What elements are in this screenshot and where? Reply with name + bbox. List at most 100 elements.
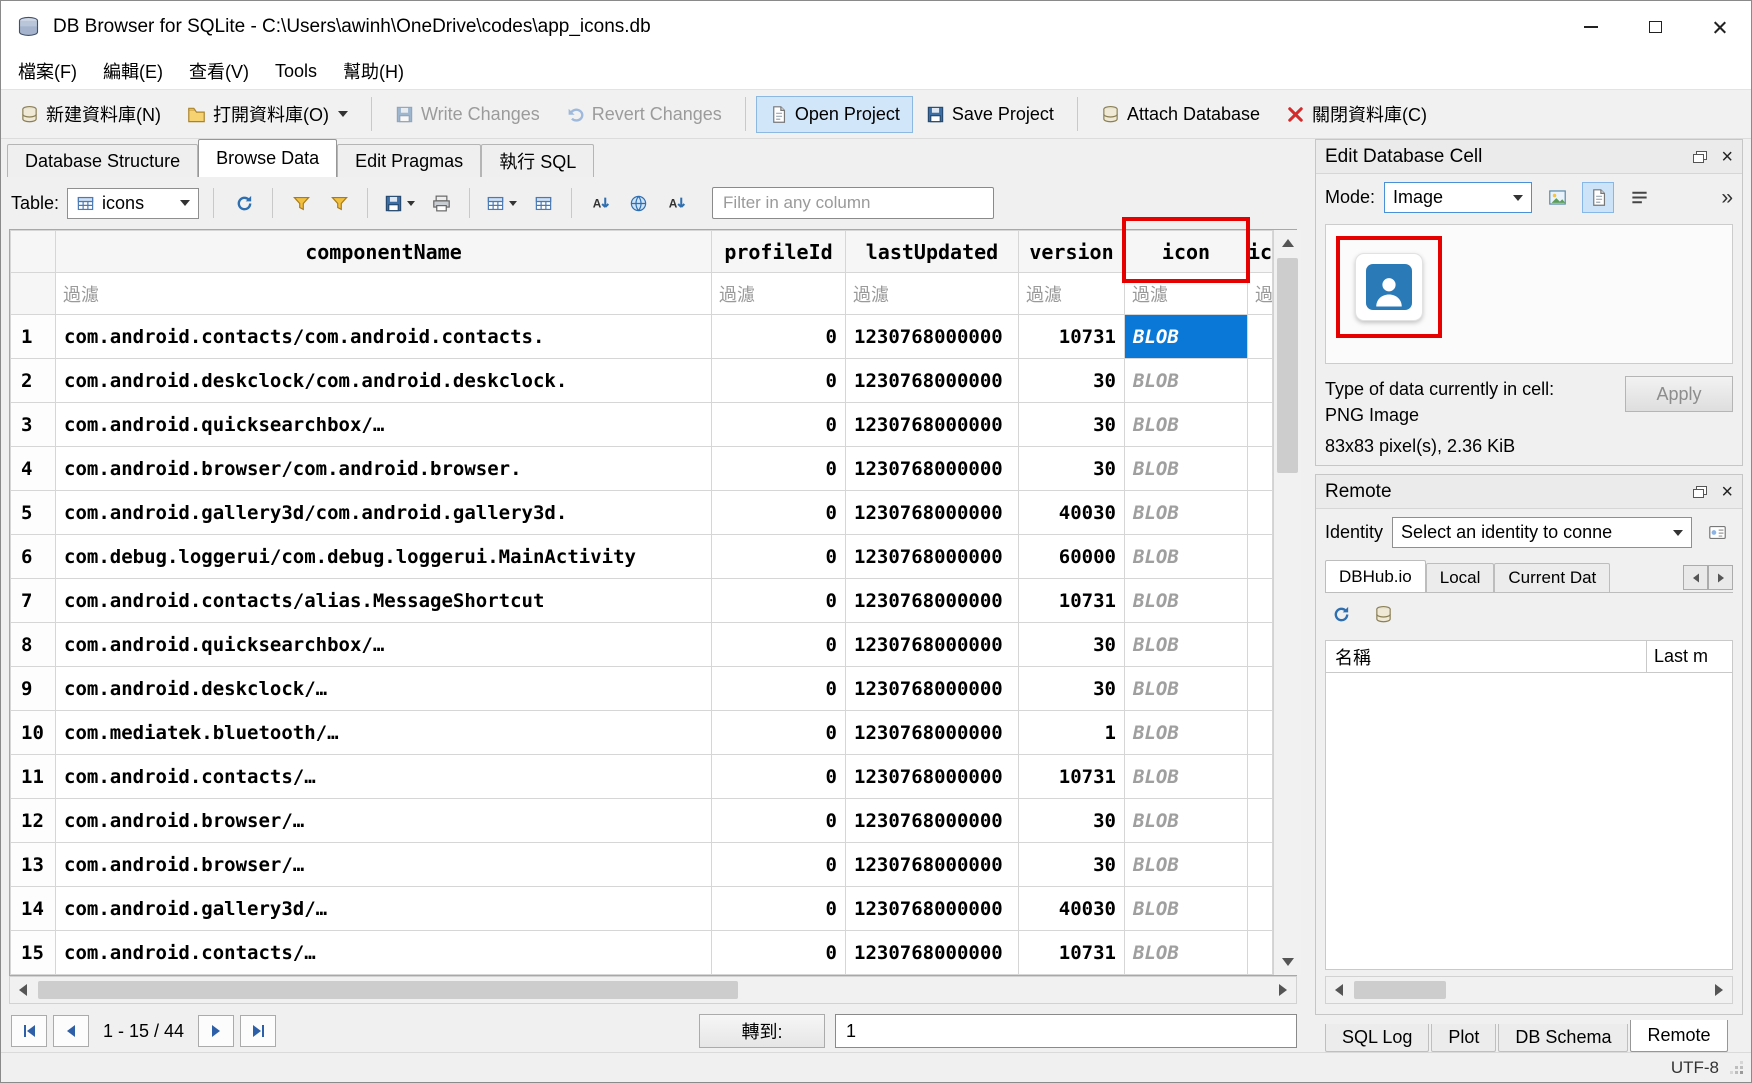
- open-project-button[interactable]: Open Project: [756, 96, 913, 133]
- filter-input-componentName[interactable]: 過濾: [56, 273, 712, 315]
- identity-cert-button[interactable]: [1701, 517, 1733, 548]
- close-database-button[interactable]: 關閉資料庫(C): [1273, 93, 1440, 135]
- tab-scroll-right-button[interactable]: [1708, 565, 1733, 590]
- tab-scroll-left-button[interactable]: [1683, 565, 1708, 590]
- close-panel-icon[interactable]: ×: [1721, 147, 1733, 167]
- scroll-left-button[interactable]: [10, 977, 36, 1003]
- cell-version[interactable]: 30: [1019, 403, 1125, 447]
- row-number[interactable]: 3: [11, 403, 56, 447]
- cell-ic[interactable]: [1248, 667, 1273, 711]
- save-project-button[interactable]: Save Project: [913, 96, 1067, 133]
- row-number[interactable]: 2: [11, 359, 56, 403]
- row-number[interactable]: 8: [11, 623, 56, 667]
- menu-file[interactable]: 檔案(F): [5, 53, 90, 89]
- insert-record-button[interactable]: [482, 188, 521, 219]
- column-header-name[interactable]: 名稱: [1335, 644, 1371, 670]
- cell-version[interactable]: 1: [1019, 711, 1125, 755]
- cell-icon[interactable]: BLOB: [1125, 623, 1248, 667]
- row-number[interactable]: 6: [11, 535, 56, 579]
- cell-ic[interactable]: [1248, 623, 1273, 667]
- cell-profileId[interactable]: 0: [712, 931, 846, 975]
- cell-componentName[interactable]: com.android.contacts/…: [56, 755, 712, 799]
- goto-input[interactable]: [835, 1014, 1297, 1048]
- scroll-down-button[interactable]: [1274, 949, 1301, 975]
- scrollbar-track[interactable]: [1352, 977, 1706, 1003]
- cell-componentName[interactable]: com.android.contacts/alias.MessageShortc…: [56, 579, 712, 623]
- cell-ic[interactable]: [1248, 579, 1273, 623]
- previous-record-button[interactable]: [53, 1015, 89, 1047]
- save-results-button[interactable]: [380, 188, 419, 219]
- word-wrap-button[interactable]: [1623, 182, 1655, 213]
- row-number[interactable]: 11: [11, 755, 56, 799]
- cell-ic[interactable]: [1248, 447, 1273, 491]
- attach-database-button[interactable]: Attach Database: [1088, 96, 1273, 133]
- revert-changes-button[interactable]: Revert Changes: [553, 96, 735, 133]
- cell-icon[interactable]: BLOB: [1125, 403, 1248, 447]
- scroll-up-button[interactable]: [1274, 230, 1301, 256]
- menu-tools[interactable]: Tools: [262, 56, 330, 87]
- cell-ic[interactable]: [1248, 887, 1273, 931]
- cell-version[interactable]: 10731: [1019, 755, 1125, 799]
- cell-version[interactable]: 30: [1019, 623, 1125, 667]
- scrollbar-track[interactable]: [1274, 256, 1301, 949]
- new-database-button[interactable]: 新建資料庫(N): [7, 93, 174, 135]
- open-database-button[interactable]: 打開資料庫(O): [174, 93, 361, 135]
- cell-version[interactable]: 10731: [1019, 931, 1125, 975]
- cell-icon[interactable]: BLOB: [1125, 843, 1248, 887]
- minimize-button[interactable]: [1559, 1, 1623, 53]
- row-number[interactable]: 14: [11, 887, 56, 931]
- column-header-lastUpdated[interactable]: lastUpdated: [846, 231, 1019, 273]
- cell-lastUpdated[interactable]: 1230768000000: [846, 843, 1019, 887]
- cell-ic[interactable]: [1248, 359, 1273, 403]
- remote-file-list[interactable]: [1325, 673, 1733, 970]
- cell-lastUpdated[interactable]: 1230768000000: [846, 887, 1019, 931]
- row-number[interactable]: 10: [11, 711, 56, 755]
- cell-version[interactable]: 10731: [1019, 315, 1125, 359]
- cell-lastUpdated[interactable]: 1230768000000: [846, 579, 1019, 623]
- cell-icon[interactable]: BLOB: [1125, 447, 1248, 491]
- goto-button[interactable]: 轉到:: [699, 1014, 825, 1048]
- undock-panel-icon[interactable]: [1693, 486, 1707, 498]
- row-number[interactable]: 5: [11, 491, 56, 535]
- last-record-button[interactable]: [240, 1015, 276, 1047]
- menu-view[interactable]: 查看(V): [176, 53, 262, 89]
- cell-ic[interactable]: [1248, 843, 1273, 887]
- cell-version[interactable]: 30: [1019, 843, 1125, 887]
- cell-ic[interactable]: [1248, 711, 1273, 755]
- filter-input-icon[interactable]: 過濾: [1125, 273, 1248, 315]
- column-header-version[interactable]: version: [1019, 231, 1125, 273]
- cell-profileId[interactable]: 0: [712, 843, 846, 887]
- dock-tab-remote[interactable]: Remote: [1630, 1020, 1727, 1052]
- cell-lastUpdated[interactable]: 1230768000000: [846, 315, 1019, 359]
- cell-lastUpdated[interactable]: 1230768000000: [846, 403, 1019, 447]
- delete-record-button[interactable]: [527, 188, 559, 219]
- column-header-profileId[interactable]: profileId: [712, 231, 846, 273]
- cell-profileId[interactable]: 0: [712, 579, 846, 623]
- cell-version[interactable]: 30: [1019, 799, 1125, 843]
- cell-profileId[interactable]: 0: [712, 447, 846, 491]
- cell-profileId[interactable]: 0: [712, 711, 846, 755]
- resize-grip[interactable]: [1729, 1060, 1745, 1076]
- cell-icon[interactable]: BLOB: [1125, 315, 1248, 359]
- column-header-componentName[interactable]: componentName: [56, 231, 712, 273]
- undock-panel-icon[interactable]: [1693, 151, 1707, 163]
- cell-lastUpdated[interactable]: 1230768000000: [846, 711, 1019, 755]
- filter-input-lastUpdated[interactable]: 過濾: [846, 273, 1019, 315]
- cell-version[interactable]: 60000: [1019, 535, 1125, 579]
- import-data-button[interactable]: [1541, 182, 1573, 213]
- cell-icon[interactable]: BLOB: [1125, 579, 1248, 623]
- scrollbar-track[interactable]: [36, 977, 1270, 1003]
- cell-lastUpdated[interactable]: 1230768000000: [846, 491, 1019, 535]
- scroll-left-button[interactable]: [1326, 977, 1352, 1003]
- cell-componentName[interactable]: com.mediatek.bluetooth/…: [56, 711, 712, 755]
- close-button[interactable]: [1687, 1, 1751, 53]
- cell-icon[interactable]: BLOB: [1125, 887, 1248, 931]
- close-panel-icon[interactable]: ×: [1721, 482, 1733, 502]
- encoding-indicator[interactable]: UTF-8: [1671, 1058, 1719, 1078]
- cell-ic[interactable]: [1248, 755, 1273, 799]
- filter-input-version[interactable]: 過濾: [1019, 273, 1125, 315]
- cell-componentName[interactable]: com.android.contacts/…: [56, 931, 712, 975]
- row-number[interactable]: 1: [11, 315, 56, 359]
- identity-select[interactable]: Select an identity to conne: [1392, 517, 1692, 548]
- remote-tab-local[interactable]: Local: [1426, 563, 1495, 592]
